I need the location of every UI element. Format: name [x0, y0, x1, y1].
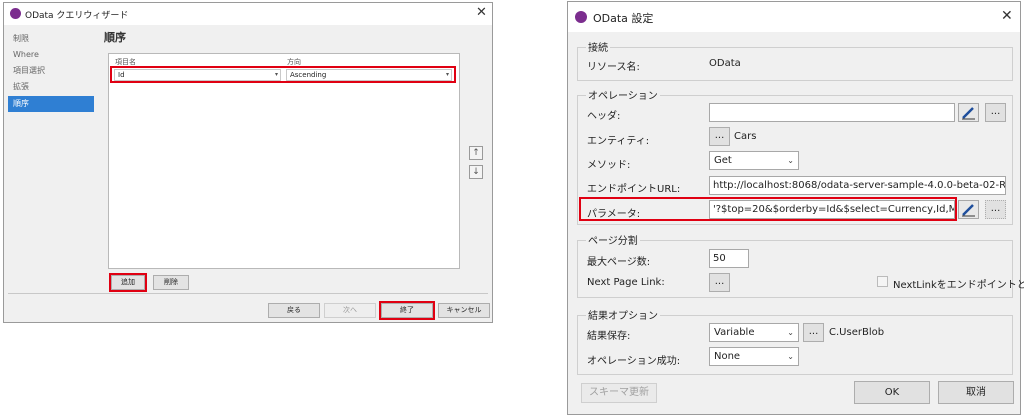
chevron-down-icon: ⌄	[787, 328, 794, 337]
divider	[8, 293, 488, 294]
paging-header: ページ分割	[586, 232, 640, 247]
title-bar: OData 設定 ✕	[568, 2, 1020, 32]
highlight-box	[109, 273, 147, 292]
pencil-icon	[962, 107, 975, 120]
page-title: 順序	[104, 31, 126, 44]
cancel-button[interactable]: キャンセル	[438, 303, 490, 318]
ok-button[interactable]: OK	[854, 381, 930, 404]
result-save-ellipsis-button[interactable]: ...	[803, 323, 824, 342]
title-bar: OData クエリウィザード ✕	[4, 3, 492, 25]
schema-update-button[interactable]: スキーマ更新	[581, 383, 657, 403]
operation-success-value: None	[714, 351, 741, 362]
resource-name-label: リソース名:	[587, 62, 640, 73]
order-grid: 項目名 方向 Id ▾ Ascending ▾	[108, 53, 460, 269]
parameter-ellipsis-button[interactable]: ...	[985, 200, 1006, 219]
sidebar-item-expand[interactable]: 拡張	[8, 79, 94, 95]
odata-settings-dialog: OData 設定 ✕ 接続 リソース名: OData オペレーション ヘッダ: …	[567, 1, 1024, 415]
sidebar-item-where[interactable]: Where	[8, 47, 94, 63]
header-field-label: ヘッダ:	[587, 111, 621, 122]
endpoint-url-input[interactable]: http://localhost:8068/odata-server-sampl…	[709, 176, 1006, 195]
next-page-link-ellipsis-button[interactable]: ...	[709, 273, 730, 292]
result-save-select[interactable]: Variable ⌄	[709, 323, 799, 342]
window-title: OData 設定	[593, 12, 654, 25]
highlight-box	[110, 66, 456, 83]
operation-header: オペレーション	[586, 87, 660, 102]
max-pages-input[interactable]: 50	[709, 249, 749, 268]
connection-section	[577, 47, 1013, 81]
method-label: メソッド:	[587, 160, 631, 171]
result-options-header: 結果オプション	[586, 307, 660, 322]
next-button[interactable]: 次へ	[324, 303, 376, 318]
delete-button[interactable]: 削除	[153, 275, 189, 290]
header-input[interactable]	[709, 103, 955, 122]
entity-value: Cars	[734, 131, 757, 142]
sidebar-item-select[interactable]: 項目選択	[8, 63, 94, 79]
highlight-box	[379, 301, 435, 320]
move-up-button[interactable]: ↑	[469, 146, 483, 160]
result-save-label: 結果保存:	[587, 331, 631, 342]
endpoint-url-label: エンドポイントURL:	[587, 184, 681, 195]
chevron-down-icon: ⌄	[787, 352, 794, 361]
chevron-down-icon: ⌄	[787, 156, 794, 165]
move-down-button[interactable]: ↓	[469, 165, 483, 179]
back-button[interactable]: 戻る	[268, 303, 320, 318]
edit-parameter-button[interactable]	[958, 200, 979, 219]
connection-header: 接続	[586, 39, 610, 54]
app-icon	[10, 8, 21, 19]
entity-ellipsis-button[interactable]: ...	[709, 127, 730, 146]
result-save-target: C.UserBlob	[829, 327, 885, 338]
operation-success-select[interactable]: None ⌄	[709, 347, 799, 366]
sidebar-item-order[interactable]: 順序	[8, 96, 94, 112]
arrow-down-icon: ↓	[472, 167, 480, 177]
entity-label: エンティティ:	[587, 136, 650, 147]
method-select[interactable]: Get ⌄	[709, 151, 799, 170]
nextlink-checkbox-label: NextLinkをエンドポイントとし	[893, 280, 1024, 291]
header-ellipsis-button[interactable]: ...	[985, 103, 1006, 122]
pencil-icon	[962, 204, 975, 217]
method-value: Get	[714, 155, 732, 166]
max-pages-label: 最大ページ数:	[587, 257, 651, 268]
result-save-value: Variable	[714, 327, 755, 338]
next-page-link-label: Next Page Link:	[587, 277, 665, 288]
arrow-up-icon: ↑	[472, 148, 480, 158]
cancel-button[interactable]: 取消	[938, 381, 1014, 404]
close-icon[interactable]: ✕	[1001, 8, 1013, 24]
nextlink-checkbox[interactable]	[877, 276, 888, 287]
odata-query-wizard-dialog: OData クエリウィザード ✕ 制限 Where 項目選択 拡張 順序 順序 …	[3, 2, 493, 323]
highlight-box	[579, 197, 957, 221]
close-icon[interactable]: ✕	[476, 5, 487, 20]
resource-name-value: OData	[709, 58, 741, 69]
app-icon	[575, 11, 587, 23]
sidebar-item-limit[interactable]: 制限	[8, 31, 94, 47]
window-title: OData クエリウィザード	[25, 11, 129, 21]
edit-header-button[interactable]	[958, 103, 979, 122]
operation-success-label: オペレーション成功:	[587, 356, 681, 367]
